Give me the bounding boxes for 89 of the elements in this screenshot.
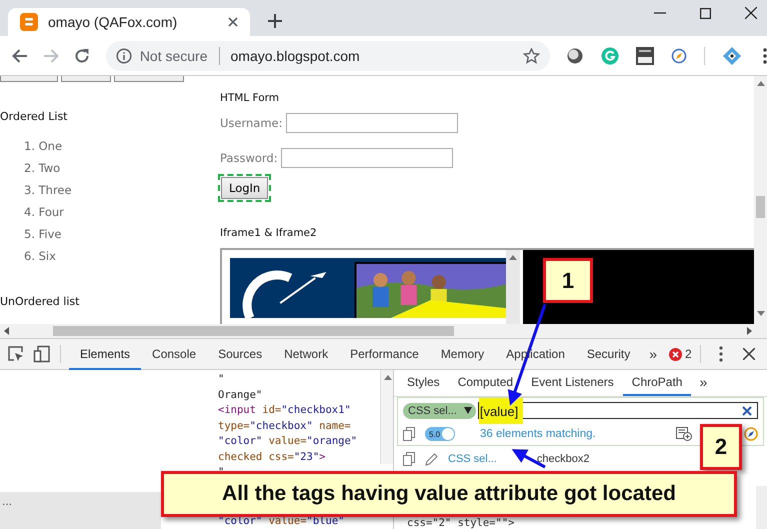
code-line: css="2" style=""> xyxy=(407,517,514,529)
close-icon[interactable] xyxy=(228,17,238,27)
new-tab-icon[interactable] xyxy=(268,14,282,28)
section-heading: UnOrdered list xyxy=(0,295,80,308)
tab-title: omayo (QAFox.com) xyxy=(48,14,178,30)
field-label: Username: xyxy=(220,116,282,130)
device-icon[interactable] xyxy=(33,345,51,363)
list-item: 2. Two xyxy=(24,160,62,177)
url-text: omayo.blogspot.com xyxy=(230,48,360,64)
menu-icon[interactable] xyxy=(763,48,767,64)
section-heading: HTML Form xyxy=(220,92,280,104)
section-heading: Ordered List xyxy=(0,110,68,123)
input-field[interactable] xyxy=(286,113,458,133)
callout: 2 xyxy=(700,424,742,470)
error-count-text: 2 xyxy=(685,347,692,361)
address-bar[interactable]: Not secure omayo.blogspot.com xyxy=(106,40,550,70)
list-item: 5. Five xyxy=(24,226,62,243)
scrollbar[interactable] xyxy=(380,370,393,464)
devtools-tab[interactable]: Performance xyxy=(339,338,430,370)
scrollbar[interactable] xyxy=(0,324,767,338)
selector-dropdown[interactable]: CSS sel... xyxy=(403,402,476,418)
extension-icon[interactable] xyxy=(566,46,584,64)
code-line: checked css="23"> xyxy=(218,450,326,464)
menu-icon[interactable] xyxy=(718,346,723,362)
callout: 1 xyxy=(543,258,593,303)
breadcrumb-text[interactable]: ... xyxy=(2,494,12,508)
devtools-tab[interactable]: Console xyxy=(141,338,208,370)
input-field[interactable] xyxy=(280,148,453,168)
devtools-tab[interactable]: Sources xyxy=(207,338,274,370)
cut-off-button[interactable] xyxy=(114,76,184,82)
login-button[interactable]: LogIn xyxy=(221,177,268,199)
cut-off-button[interactable] xyxy=(61,76,111,82)
section-heading: Iframe1 & Iframe2 xyxy=(220,227,318,239)
sidebar-tab[interactable]: Event Listeners xyxy=(522,370,623,396)
caret-icon xyxy=(464,407,472,414)
code-line: type="checkbox" name= xyxy=(218,418,352,434)
scroll-up-icon[interactable] xyxy=(757,81,765,86)
error-icon xyxy=(669,348,682,360)
scrollbar[interactable] xyxy=(506,250,520,324)
field-label: Password: xyxy=(220,151,278,165)
more-tabs-icon[interactable]: » xyxy=(691,370,716,396)
blogger-icon xyxy=(20,13,38,31)
error-count[interactable]: 2 xyxy=(669,347,692,361)
callout: All the tags having value attribute got located xyxy=(161,471,737,517)
sidebar-tab[interactable]: Styles xyxy=(398,370,449,396)
clear-icon[interactable] xyxy=(742,406,752,416)
close-icon[interactable] xyxy=(742,348,755,360)
result-value: checkbox2 xyxy=(536,453,590,465)
selenium-icon[interactable] xyxy=(636,46,654,64)
copy-icon[interactable] xyxy=(403,452,415,466)
security-label: Not secure xyxy=(140,48,208,64)
scroll-up-icon[interactable] xyxy=(509,255,517,260)
star-icon[interactable] xyxy=(523,48,540,64)
sidebar-tab[interactable]: ChroPath xyxy=(622,370,692,396)
compass-icon[interactable] xyxy=(671,48,688,64)
list-item: 1. One xyxy=(24,138,64,155)
plus-document-icon[interactable] xyxy=(676,427,692,441)
sidebar-tab[interactable]: Computed xyxy=(448,370,522,396)
devtools-tab[interactable]: Elements xyxy=(69,338,142,370)
list-item: 3. Three xyxy=(24,182,73,199)
code-line: "color" value="orange" xyxy=(218,434,358,449)
list-item: 6. Six xyxy=(24,248,57,265)
reload-icon[interactable] xyxy=(74,48,90,64)
code-line: Orange" xyxy=(218,388,264,402)
scroll-thumb[interactable] xyxy=(756,196,765,218)
more-tabs-icon[interactable]: » xyxy=(641,346,666,362)
version-toggle[interactable]: 5.0 xyxy=(425,427,455,441)
devtools-tab[interactable]: Memory xyxy=(430,338,496,370)
info-icon[interactable] xyxy=(116,48,132,64)
pencil-icon[interactable] xyxy=(425,452,438,466)
code-line: <input id="checkbox1" xyxy=(218,403,352,418)
compass-icon[interactable] xyxy=(744,427,758,441)
inspect-icon[interactable] xyxy=(7,345,25,363)
query-text: [value] xyxy=(478,398,524,424)
close-icon[interactable] xyxy=(745,7,757,19)
browser-tab[interactable]: omayo (QAFox.com) xyxy=(8,8,250,36)
devtools-tab[interactable]: Network xyxy=(273,338,340,370)
code-line: " xyxy=(218,372,226,387)
maximize-icon[interactable] xyxy=(700,8,711,18)
list-item: 4. Four xyxy=(24,204,65,221)
scroll-up-icon[interactable] xyxy=(384,375,392,380)
devtools-tab[interactable]: Security xyxy=(576,338,642,370)
diamond-icon[interactable] xyxy=(722,46,742,66)
scrollbar[interactable] xyxy=(754,76,767,324)
back-icon[interactable] xyxy=(12,48,28,62)
copy-icon[interactable] xyxy=(403,427,415,441)
scroll-thumb[interactable] xyxy=(53,326,454,336)
cut-off-button[interactable] xyxy=(0,76,58,82)
scroll-down-icon[interactable] xyxy=(757,311,765,316)
